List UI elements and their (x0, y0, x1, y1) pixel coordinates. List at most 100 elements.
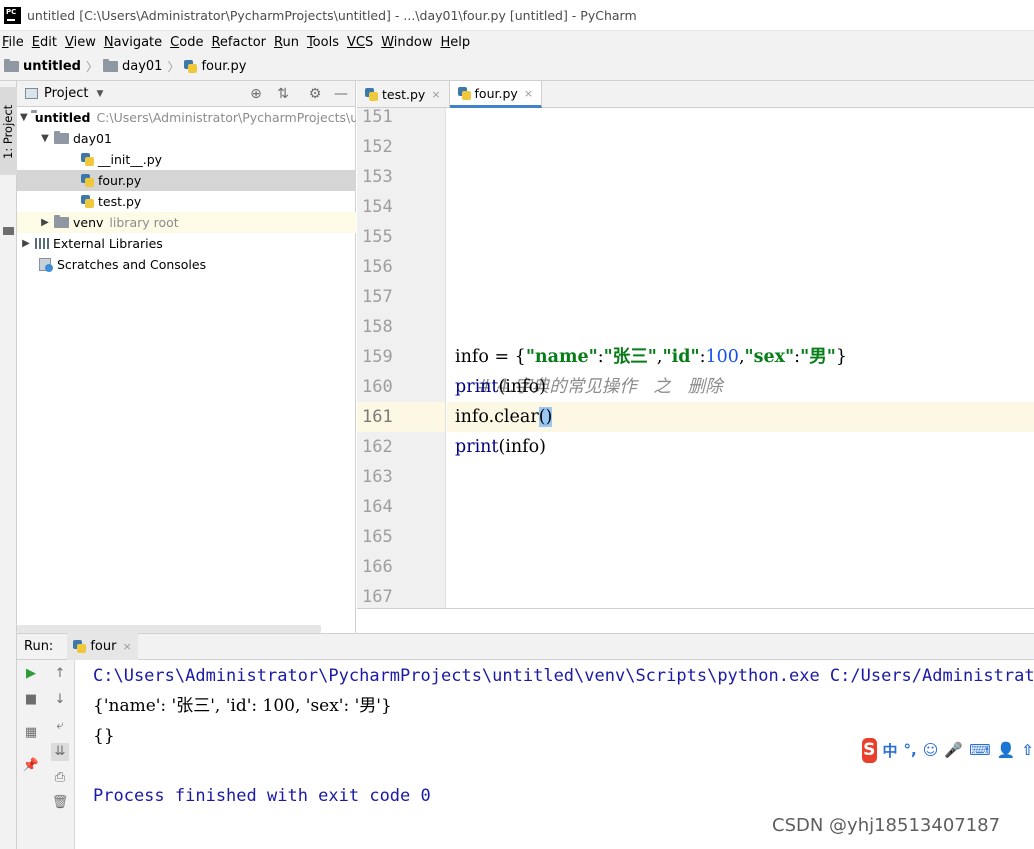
scratches-icon (39, 257, 53, 272)
watermark: CSDN @yhj18513407187 (772, 815, 1001, 836)
line-number: 153 (362, 167, 393, 187)
soft-wrap-icon[interactable]: ⤶ (51, 717, 69, 735)
chevron-right-icon: 〉 (85, 60, 98, 74)
collapse-all-icon[interactable]: ⇅ (275, 86, 291, 102)
close-icon[interactable]: × (431, 88, 440, 101)
python-icon (73, 640, 87, 653)
horizontal-scrollbar[interactable] (17, 625, 321, 633)
menu-refactor[interactable]: Refactor (209, 35, 270, 50)
stop-icon[interactable]: ■ (22, 691, 40, 709)
menu-window[interactable]: Window (379, 35, 436, 50)
window-title: untitled [C:\Users\Administrator\Pycharm… (27, 7, 637, 23)
menu-code[interactable]: Code (168, 35, 207, 50)
breadcrumb-project[interactable]: untitled (4, 59, 81, 74)
chevron-down-icon[interactable]: ▼ (96, 89, 103, 99)
run-tab-four[interactable]: four × (67, 633, 138, 660)
ime-microphone-icon[interactable]: 🎤 (944, 741, 963, 759)
close-icon[interactable]: × (122, 640, 131, 653)
tree-item-init-py[interactable]: __init__.py (17, 149, 356, 170)
editor-tab-bar: test.py × four.py × (357, 81, 1034, 108)
python-file-icon (365, 88, 378, 101)
project-panel: Project ▼ ⊕ ⇅ ⚙ — ▼ untitled C:\Users\Ad… (17, 81, 356, 633)
menu-edit[interactable]: Edit (30, 35, 61, 50)
tree-item-test-py[interactable]: test.py (17, 191, 356, 212)
chevron-down-icon[interactable]: ▼ (39, 133, 51, 144)
line-number: 164 (362, 497, 393, 517)
ime-more-icon[interactable]: ⇧ (1021, 741, 1034, 759)
python-file-icon (184, 60, 198, 73)
tab-four-py[interactable]: four.py × (449, 81, 543, 108)
python-file-icon (81, 174, 94, 187)
line-number: 165 (362, 527, 393, 547)
chevron-right-icon[interactable]: ▶ (39, 217, 51, 228)
left-tool-strip: 1: Project (0, 81, 17, 849)
breadcrumb: untitled 〉 day01 〉 four.py (0, 53, 1034, 81)
locate-icon[interactable]: ⊕ (248, 86, 264, 102)
ime-keyboard-icon[interactable]: ⌨ (969, 741, 991, 759)
menu-tools[interactable]: Tools (305, 35, 343, 50)
tree-item-scratches[interactable]: Scratches and Consoles (17, 254, 356, 275)
menu-view[interactable]: View (63, 35, 100, 50)
down-arrow-icon[interactable]: ↓ (51, 691, 69, 709)
print-icon[interactable]: ⎙ (51, 769, 69, 787)
line-number-gutter[interactable]: 151 152 153 154 155 156 157 158 159 160 … (357, 108, 446, 608)
library-icon (35, 238, 49, 249)
close-icon[interactable]: × (524, 87, 533, 100)
code-editor[interactable]: # 4.字典的常见操作 之 删除 info = {"name":"张三","id… (447, 108, 1034, 608)
menu-help[interactable]: Help (439, 35, 475, 50)
scroll-to-end-icon[interactable]: ⇊ (51, 743, 69, 761)
tree-item-day01[interactable]: ▼ day01 (17, 128, 356, 149)
line-number: 155 (362, 227, 393, 247)
project-view-title[interactable]: Project (44, 86, 88, 101)
structure-icon[interactable] (3, 227, 14, 235)
run-label: Run: (24, 639, 54, 654)
pycharm-logo-icon: PC (4, 6, 21, 24)
project-tool-tab[interactable]: 1: Project (0, 87, 17, 175)
run-toolbar: ▶ ↑ ■ ↓ ⤶ ▦ ⇊ 📌 ⎙ 🗑 (17, 660, 75, 849)
ime-emoji-icon[interactable]: ☺ (923, 741, 939, 759)
menu-run[interactable]: Run (272, 35, 303, 50)
code-line-160: print(info) (455, 377, 547, 397)
gear-icon[interactable]: ⚙ (307, 86, 323, 102)
trash-icon[interactable]: 🗑 (51, 794, 69, 812)
line-number: 152 (362, 137, 393, 157)
minimize-icon[interactable]: — (333, 86, 349, 102)
chevron-down-icon[interactable]: ▼ (20, 112, 28, 123)
tab-test-py[interactable]: test.py × (357, 81, 450, 108)
rerun-icon[interactable]: ▶ (22, 665, 40, 683)
brace-highlight: () (538, 407, 553, 427)
chevron-right-icon[interactable]: ▶ (20, 238, 32, 249)
console-output-line: {'name': '张三', 'id': 100, 'sex': '男'} (93, 696, 392, 716)
folder-icon (54, 131, 69, 144)
menu-navigate[interactable]: Navigate (102, 35, 166, 50)
project-panel-header: Project ▼ ⊕ ⇅ ⚙ — (17, 81, 355, 107)
code-line-159: info = {"name":"张三","id":100,"sex":"男"} (455, 347, 847, 367)
tree-item-external-libraries[interactable]: ▶ External Libraries (17, 233, 356, 254)
console-command-line: C:\Users\Administrator\PycharmProjects\u… (93, 666, 1034, 686)
up-arrow-icon[interactable]: ↑ (51, 665, 69, 683)
line-number: 159 (362, 347, 393, 367)
tree-item-root[interactable]: ▼ untitled C:\Users\Administrator\Pychar… (17, 107, 356, 128)
ime-punctuation-icon[interactable]: °, (904, 741, 917, 759)
ime-user-icon[interactable]: 👤 (997, 741, 1016, 759)
layout-icon[interactable]: ▦ (22, 724, 40, 742)
ime-toolbar: S 中 °, ☺ 🎤 ⌨ 👤 ⇧ (862, 737, 1034, 763)
menu-vcs[interactable]: VCS (345, 35, 377, 50)
sogou-logo-icon[interactable]: S (862, 737, 877, 763)
ime-language-toggle[interactable]: 中 (883, 740, 898, 761)
chevron-right-icon: 〉 (167, 60, 180, 74)
folder-icon (103, 59, 118, 72)
breadcrumb-folder[interactable]: day01 (103, 59, 162, 74)
tree-item-venv[interactable]: ▶ venv library root (17, 212, 356, 233)
window-title-bar: PC untitled [C:\Users\Administrator\Pych… (0, 0, 1034, 31)
folder-icon (4, 59, 19, 72)
line-number: 156 (362, 257, 393, 277)
code-line-158: # 4.字典的常见操作 之 删除 (447, 312, 1034, 397)
pin-icon[interactable]: 📌 (22, 757, 40, 775)
code-line-162: print(info) (455, 437, 547, 457)
tree-item-four-py[interactable]: four.py (17, 170, 356, 191)
breadcrumb-file[interactable]: four.py (184, 59, 246, 74)
menu-file[interactable]: File (0, 35, 28, 50)
line-number: 167 (362, 587, 393, 607)
code-line-161-current: info.clear() (447, 402, 1034, 432)
